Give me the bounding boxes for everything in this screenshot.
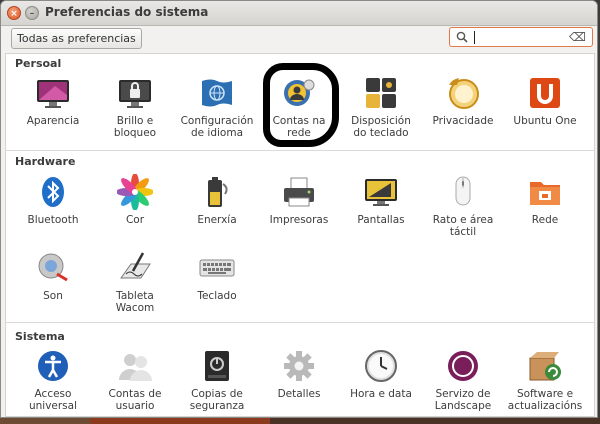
online-accounts-icon bbox=[281, 75, 317, 111]
keyboard-icon bbox=[199, 250, 235, 286]
power-battery-icon bbox=[199, 174, 235, 210]
item-acceso-universal[interactable]: Acceso universal bbox=[12, 348, 94, 412]
item-ubuntu-one[interactable]: Ubuntu One bbox=[504, 75, 586, 127]
item-label: Enerxía bbox=[197, 214, 237, 226]
system-settings-window: × – Preferencias do sistema Todas as pre… bbox=[0, 0, 598, 418]
close-icon[interactable]: × bbox=[7, 6, 21, 20]
section-title-sistema: Sistema bbox=[15, 330, 65, 343]
keyboard-layout-icon bbox=[363, 75, 399, 111]
item-label: Teclado bbox=[197, 290, 237, 302]
item-detalles[interactable]: Detalles bbox=[258, 348, 340, 400]
section-divider bbox=[6, 322, 594, 323]
window-title: Preferencias do sistema bbox=[45, 5, 209, 19]
bluetooth-icon bbox=[35, 174, 71, 210]
titlebar: × – Preferencias do sistema bbox=[1, 1, 597, 26]
item-son[interactable]: Son bbox=[12, 250, 94, 302]
item-label: Tableta Wacom bbox=[115, 290, 155, 314]
toolbar: Todas as preferencias ⌫ bbox=[1, 26, 597, 52]
clock-icon bbox=[363, 348, 399, 384]
network-icon bbox=[527, 174, 563, 210]
item-tableta-wacom[interactable]: Tableta Wacom bbox=[94, 250, 176, 314]
color-icon bbox=[116, 173, 154, 211]
item-pantallas[interactable]: Pantallas bbox=[340, 174, 422, 226]
item-cor[interactable]: Cor bbox=[94, 173, 176, 226]
item-label: Detalles bbox=[277, 388, 321, 400]
item-label: Configuración de idioma bbox=[180, 115, 254, 139]
item-hora-data[interactable]: Hora e data bbox=[340, 348, 422, 400]
item-label: Disposición do teclado bbox=[351, 115, 411, 139]
item-label: Servizo de Landscape bbox=[434, 388, 492, 412]
item-privacidade[interactable]: Privacidade bbox=[422, 75, 504, 127]
item-label: Bluetooth bbox=[27, 214, 79, 226]
item-label: Pantallas bbox=[357, 214, 405, 226]
item-enerxia[interactable]: Enerxía bbox=[176, 174, 258, 226]
item-label: Privacidade bbox=[432, 115, 494, 127]
printer-icon bbox=[281, 174, 317, 210]
item-impresoras[interactable]: Impresoras bbox=[258, 174, 340, 226]
users-icon bbox=[117, 348, 153, 384]
search-input[interactable]: ⌫ bbox=[449, 27, 593, 47]
item-contas-usuario[interactable]: Contas de usuario bbox=[94, 348, 176, 412]
item-label: Copias de seguranza bbox=[189, 388, 245, 412]
search-icon bbox=[456, 31, 468, 43]
tablet-icon bbox=[117, 250, 153, 286]
item-rede[interactable]: Rede bbox=[504, 174, 586, 226]
mouse-icon bbox=[445, 174, 481, 210]
desktop-strip bbox=[0, 418, 600, 424]
appearance-icon bbox=[35, 75, 71, 111]
item-label: Son bbox=[43, 290, 63, 302]
display-icon bbox=[363, 174, 399, 210]
item-label: Impresoras bbox=[269, 214, 329, 226]
sound-icon bbox=[35, 250, 71, 286]
ubuntu-one-icon bbox=[527, 75, 563, 111]
language-flag-icon bbox=[199, 75, 235, 111]
item-label: Rato e área táctil bbox=[432, 214, 494, 238]
item-label: Contas de usuario bbox=[108, 388, 162, 412]
privacy-icon bbox=[445, 75, 481, 111]
item-label: Software e actualizacións bbox=[507, 388, 583, 412]
section-title-hardware: Hardware bbox=[15, 155, 76, 168]
item-configuracion-idioma[interactable]: Configuración de idioma bbox=[176, 75, 258, 139]
gear-icon bbox=[281, 348, 317, 384]
settings-panel: Persoal Aparencia Brillo e bloqueo Config… bbox=[5, 53, 595, 417]
all-settings-button[interactable]: Todas as preferencias bbox=[11, 28, 142, 49]
item-label: Aparencia bbox=[26, 115, 80, 127]
item-brillo-bloqueo[interactable]: Brillo e bloqueo bbox=[94, 75, 176, 139]
text-caret bbox=[474, 31, 475, 44]
backup-safe-icon bbox=[199, 348, 235, 384]
landscape-icon bbox=[445, 348, 481, 384]
item-label: Cor bbox=[125, 214, 145, 226]
item-label: Acceso universal bbox=[28, 388, 78, 412]
section-divider bbox=[6, 150, 594, 151]
software-updates-icon bbox=[527, 348, 563, 384]
accessibility-icon bbox=[35, 348, 71, 384]
item-copias-seguranza[interactable]: Copias de seguranza bbox=[176, 348, 258, 412]
item-bluetooth[interactable]: Bluetooth bbox=[12, 174, 94, 226]
brightness-lock-icon bbox=[117, 75, 153, 111]
clear-search-icon[interactable]: ⌫ bbox=[569, 30, 586, 44]
item-software-actualizacions[interactable]: Software e actualizacións bbox=[504, 348, 586, 412]
item-servizo-landscape[interactable]: Servizo de Landscape bbox=[422, 348, 504, 412]
item-label: Brillo e bloqueo bbox=[113, 115, 157, 139]
item-contas-rede[interactable]: Contas na rede bbox=[258, 75, 340, 139]
item-teclado[interactable]: Teclado bbox=[176, 250, 258, 302]
item-label: Ubuntu One bbox=[513, 115, 577, 127]
item-label: Contas na rede bbox=[272, 115, 326, 139]
item-rato-area-tactil[interactable]: Rato e área táctil bbox=[422, 174, 504, 238]
minimize-icon[interactable]: – bbox=[25, 6, 39, 20]
item-label: Rede bbox=[531, 214, 559, 226]
item-aparencia[interactable]: Aparencia bbox=[12, 75, 94, 127]
item-label: Hora e data bbox=[350, 388, 412, 400]
section-title-persoal: Persoal bbox=[15, 57, 62, 70]
item-disposicion-teclado[interactable]: Disposición do teclado bbox=[340, 75, 422, 139]
